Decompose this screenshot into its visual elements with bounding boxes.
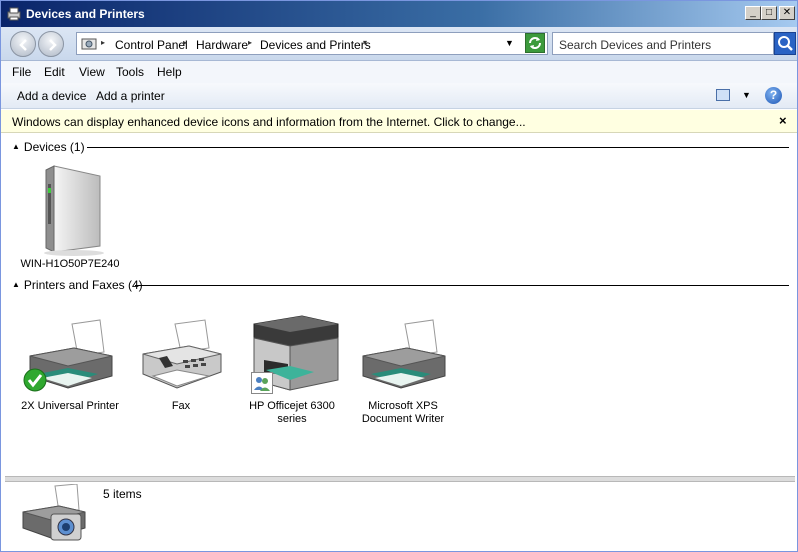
printer-label: Fax <box>171 400 191 412</box>
menu-edit[interactable]: Edit <box>44 65 65 79</box>
address-bar[interactable]: ▸ Control Panel ▸ Hardware ▸ Devices and… <box>76 32 548 55</box>
fax-icon <box>142 319 222 389</box>
menu-bar: File Edit View Tools Help <box>1 61 797 83</box>
maximize-button[interactable]: □ <box>761 6 777 20</box>
menu-tools[interactable]: Tools <box>116 65 144 79</box>
breadcrumb-control-panel[interactable]: Control Panel <box>115 38 188 52</box>
change-view-icon[interactable] <box>716 89 730 101</box>
arrow-right-icon <box>49 39 57 51</box>
devices-list: ▲ Devices (1) WIN-H1O50P7E240 ▲ Printers a… <box>5 134 795 476</box>
info-bar-message[interactable]: Windows can display enhanced device icon… <box>12 115 526 129</box>
menu-help[interactable]: Help <box>157 65 182 79</box>
device-tile[interactable]: WIN-H1O50P7E240 <box>15 160 125 271</box>
printer-tile[interactable]: 2X Universal Printer <box>15 318 125 413</box>
search-input[interactable]: Search Devices and Printers <box>552 32 774 55</box>
printer-label: HP Officejet 6300 series <box>249 400 335 425</box>
forward-button[interactable] <box>38 31 64 57</box>
printer-tile[interactable]: Microsoft XPS Document Writer <box>348 318 458 426</box>
refresh-button[interactable] <box>525 33 545 53</box>
chevron-right-icon[interactable]: ▸ <box>183 38 187 47</box>
item-count: 5 items <box>103 487 142 501</box>
window-title: Devices and Printers <box>26 7 145 21</box>
chevron-down-icon[interactable]: ▾ <box>363 38 367 47</box>
devices-printers-icon <box>7 7 21 21</box>
add-printer-button[interactable]: Add a printer <box>96 89 165 103</box>
command-bar: Add a device Add a printer ▼ ? <box>1 83 797 109</box>
help-icon[interactable]: ? <box>765 87 782 104</box>
title-bar[interactable]: Devices and Printers _ □ ✕ <box>1 1 797 27</box>
default-check-icon <box>23 368 47 392</box>
refresh-icon <box>529 37 541 49</box>
view-options-dropdown[interactable]: ▼ <box>742 90 751 100</box>
device-label: WIN-H1O50P7E240 <box>20 258 120 270</box>
search-button[interactable] <box>774 32 796 55</box>
printer-icon <box>362 319 446 389</box>
menu-file[interactable]: File <box>12 65 31 79</box>
printer-label: Microsoft XPS Document Writer <box>361 400 445 425</box>
group-title: Printers and Faxes (4) <box>23 278 143 292</box>
printer-tile[interactable]: Fax <box>126 318 236 413</box>
chevron-right-icon[interactable]: ▸ <box>248 38 252 47</box>
search-icon <box>778 36 793 51</box>
printer-tile[interactable]: HP Officejet 6300 series <box>237 310 347 426</box>
group-divider <box>135 285 789 286</box>
group-title: Devices (1) <box>23 140 85 154</box>
printer-camera-icon <box>22 484 86 541</box>
search-placeholder: Search Devices and Printers <box>559 38 712 52</box>
close-button[interactable]: ✕ <box>779 6 795 20</box>
details-pane: 5 items <box>5 482 795 548</box>
collapse-arrow-icon[interactable]: ▲ <box>12 142 20 151</box>
minimize-button[interactable]: _ <box>745 6 761 20</box>
menu-view[interactable]: View <box>79 65 105 79</box>
group-header-devices[interactable]: ▲ Devices (1) <box>12 140 85 154</box>
add-device-button[interactable]: Add a device <box>17 89 86 103</box>
info-bar[interactable]: Windows can display enhanced device icon… <box>1 110 797 133</box>
collapse-arrow-icon[interactable]: ▲ <box>12 280 20 289</box>
breadcrumb-devices-and-printers[interactable]: Devices and Printers <box>260 38 371 52</box>
control-panel-icon <box>81 38 97 50</box>
shared-users-icon <box>251 372 273 394</box>
group-header-printers[interactable]: ▲ Printers and Faxes (4) <box>12 278 143 292</box>
address-toolbar: ▸ Control Panel ▸ Hardware ▸ Devices and… <box>1 27 797 61</box>
printer-label: 2X Universal Printer <box>21 400 119 412</box>
group-divider <box>87 147 789 148</box>
computer-tower-icon <box>44 165 104 256</box>
back-button[interactable] <box>10 31 36 57</box>
arrow-left-icon <box>19 39 27 51</box>
close-icon[interactable]: × <box>779 113 787 128</box>
devices-and-printers-window: Devices and Printers _ □ ✕ ▸ Control Pan… <box>0 0 798 552</box>
chevron-right-icon[interactable]: ▸ <box>101 38 105 47</box>
address-history-dropdown[interactable]: ▼ <box>505 38 514 48</box>
breadcrumb-hardware[interactable]: Hardware <box>196 38 248 52</box>
